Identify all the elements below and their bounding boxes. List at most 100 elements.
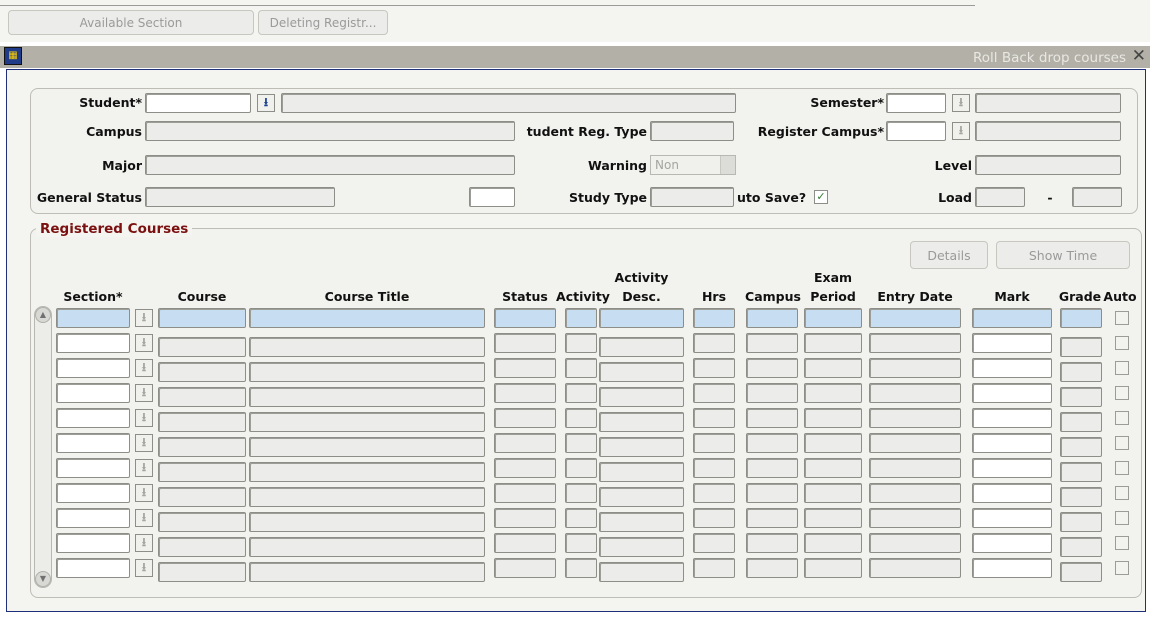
activity-field[interactable] bbox=[565, 458, 597, 478]
course-title-field[interactable] bbox=[249, 562, 485, 582]
scroll-up-icon[interactable]: ▲ bbox=[35, 307, 51, 323]
exam-period-field[interactable] bbox=[804, 558, 862, 578]
course-title-field[interactable] bbox=[249, 387, 485, 407]
activity-desc-field[interactable] bbox=[599, 387, 684, 407]
semester-lov-icon[interactable]: ⭳ bbox=[952, 94, 970, 112]
course-field[interactable] bbox=[158, 362, 246, 382]
mark-field[interactable] bbox=[972, 508, 1052, 528]
mark-field[interactable] bbox=[972, 558, 1052, 578]
status-field[interactable] bbox=[494, 458, 556, 478]
section-lov-icon[interactable]: ⭳ bbox=[135, 484, 153, 502]
grade-field[interactable] bbox=[1060, 437, 1102, 457]
exam-period-field[interactable] bbox=[804, 333, 862, 353]
exam-period-field[interactable] bbox=[804, 383, 862, 403]
section-field[interactable] bbox=[56, 533, 130, 553]
student-reg-type-field[interactable] bbox=[650, 121, 734, 141]
status-field[interactable] bbox=[494, 383, 556, 403]
activity-desc-field[interactable] bbox=[599, 308, 684, 328]
register-campus-desc-field[interactable] bbox=[975, 121, 1121, 141]
section-field[interactable] bbox=[56, 408, 130, 428]
status-field[interactable] bbox=[494, 558, 556, 578]
auto-checkbox[interactable] bbox=[1115, 336, 1129, 350]
auto-checkbox[interactable] bbox=[1115, 386, 1129, 400]
entry-date-field[interactable] bbox=[869, 433, 961, 453]
section-field[interactable] bbox=[56, 433, 130, 453]
course-title-field[interactable] bbox=[249, 412, 485, 432]
entry-date-field[interactable] bbox=[869, 308, 961, 328]
section-field[interactable] bbox=[56, 358, 130, 378]
section-field[interactable] bbox=[56, 383, 130, 403]
section-lov-icon[interactable]: ⭳ bbox=[135, 509, 153, 527]
mark-field[interactable] bbox=[972, 383, 1052, 403]
activity-desc-field[interactable] bbox=[599, 512, 684, 532]
hrs-field[interactable] bbox=[693, 433, 735, 453]
campus-field[interactable] bbox=[746, 333, 798, 353]
hrs-field[interactable] bbox=[693, 383, 735, 403]
section-field[interactable] bbox=[56, 558, 130, 578]
load-from-field[interactable] bbox=[975, 187, 1025, 207]
mark-field[interactable] bbox=[972, 408, 1052, 428]
auto-checkbox[interactable] bbox=[1115, 436, 1129, 450]
activity-field[interactable] bbox=[565, 358, 597, 378]
course-title-field[interactable] bbox=[249, 308, 485, 328]
scroll-down-icon[interactable]: ▼ bbox=[35, 571, 51, 587]
auto-checkbox[interactable] bbox=[1115, 461, 1129, 475]
status-field[interactable] bbox=[494, 358, 556, 378]
course-title-field[interactable] bbox=[249, 337, 485, 357]
course-field[interactable] bbox=[158, 412, 246, 432]
status-field[interactable] bbox=[494, 408, 556, 428]
mark-field[interactable] bbox=[972, 458, 1052, 478]
auto-checkbox[interactable] bbox=[1115, 361, 1129, 375]
activity-field[interactable] bbox=[565, 408, 597, 428]
course-title-field[interactable] bbox=[249, 487, 485, 507]
activity-desc-field[interactable] bbox=[599, 537, 684, 557]
section-lov-icon[interactable]: ⭳ bbox=[135, 359, 153, 377]
auto-checkbox[interactable] bbox=[1115, 411, 1129, 425]
activity-field[interactable] bbox=[565, 533, 597, 553]
status-field[interactable] bbox=[494, 483, 556, 503]
course-field[interactable] bbox=[158, 512, 246, 532]
section-field[interactable] bbox=[56, 308, 130, 328]
grade-field[interactable] bbox=[1060, 308, 1102, 328]
campus-field[interactable] bbox=[746, 433, 798, 453]
hrs-field[interactable] bbox=[693, 308, 735, 328]
course-field[interactable] bbox=[158, 487, 246, 507]
deleting-registration-button[interactable]: Deleting Registr... bbox=[258, 10, 388, 35]
campus-field[interactable] bbox=[746, 383, 798, 403]
section-lov-icon[interactable]: ⭳ bbox=[135, 434, 153, 452]
activity-field[interactable] bbox=[565, 383, 597, 403]
hrs-field[interactable] bbox=[693, 483, 735, 503]
grade-field[interactable] bbox=[1060, 462, 1102, 482]
exam-period-field[interactable] bbox=[804, 483, 862, 503]
hrs-field[interactable] bbox=[693, 558, 735, 578]
grade-field[interactable] bbox=[1060, 337, 1102, 357]
activity-field[interactable] bbox=[565, 558, 597, 578]
activity-desc-field[interactable] bbox=[599, 462, 684, 482]
show-time-button[interactable]: Show Time bbox=[996, 241, 1130, 269]
semester-desc-field[interactable] bbox=[975, 93, 1121, 113]
exam-period-field[interactable] bbox=[804, 433, 862, 453]
section-lov-icon[interactable]: ⭳ bbox=[135, 384, 153, 402]
campus-field[interactable] bbox=[746, 408, 798, 428]
register-campus-field[interactable] bbox=[886, 121, 946, 141]
level-field[interactable] bbox=[975, 155, 1121, 175]
details-button[interactable]: Details bbox=[910, 241, 988, 269]
auto-checkbox[interactable] bbox=[1115, 486, 1129, 500]
hrs-field[interactable] bbox=[693, 333, 735, 353]
course-field[interactable] bbox=[158, 562, 246, 582]
exam-period-field[interactable] bbox=[804, 308, 862, 328]
section-lov-icon[interactable]: ⭳ bbox=[135, 534, 153, 552]
section-field[interactable] bbox=[56, 333, 130, 353]
campus-field[interactable] bbox=[746, 458, 798, 478]
grade-field[interactable] bbox=[1060, 362, 1102, 382]
load-to-field[interactable] bbox=[1072, 187, 1122, 207]
section-field[interactable] bbox=[56, 458, 130, 478]
semester-field[interactable] bbox=[886, 93, 946, 113]
status-field[interactable] bbox=[494, 308, 556, 328]
activity-field[interactable] bbox=[565, 308, 597, 328]
section-field[interactable] bbox=[56, 483, 130, 503]
campus-field[interactable] bbox=[746, 358, 798, 378]
grade-field[interactable] bbox=[1060, 512, 1102, 532]
activity-desc-field[interactable] bbox=[599, 412, 684, 432]
exam-period-field[interactable] bbox=[804, 358, 862, 378]
